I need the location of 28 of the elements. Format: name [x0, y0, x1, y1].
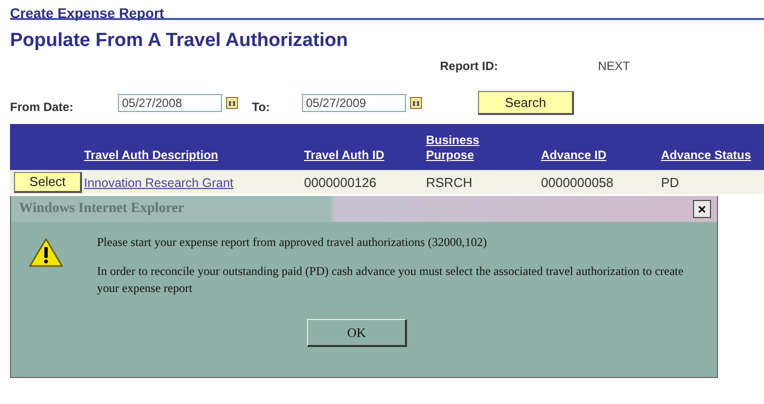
- column-header[interactable]: Travel Auth Description: [84, 148, 218, 163]
- page-title: Populate From A Travel Authorization: [10, 30, 349, 52]
- dialog-message: Please start your expense report from approved travel authorizations (32000,102): [97, 234, 488, 251]
- table-cell: RSRCH: [426, 174, 472, 190]
- dialog-message: In order to reconcile your outstanding paid (PD) cash advance you must select the associated travel authorization to create your expense report: [97, 263, 684, 297]
- select-button[interactable]: Select: [14, 172, 82, 192]
- column-header[interactable]: Advance ID: [541, 148, 606, 163]
- to-date-field[interactable]: 05/27/2009: [302, 94, 406, 112]
- report-id-label: Report ID:: [440, 59, 499, 73]
- calendar-icon[interactable]: [410, 97, 422, 109]
- column-header[interactable]: Travel Auth ID: [304, 148, 384, 163]
- dialog-title: Windows Internet Explorer: [19, 201, 184, 217]
- table-cell: 0000000058: [541, 174, 614, 190]
- search-button[interactable]: Search: [478, 91, 574, 115]
- page-breadcrumb: Create Expense Report: [10, 0, 764, 20]
- to-date-label: To:: [252, 100, 271, 114]
- column-header[interactable]: Business Purpose: [426, 133, 496, 163]
- from-date-label: From Date:: [10, 100, 74, 114]
- calendar-icon[interactable]: [226, 97, 238, 109]
- close-button[interactable]: ×: [693, 200, 711, 218]
- ok-button[interactable]: OK: [307, 319, 407, 347]
- from-date-field[interactable]: 05/27/2008: [118, 94, 222, 112]
- report-id-value: NEXT: [598, 59, 630, 73]
- table-cell: 0000000126: [304, 174, 376, 190]
- table-cell: PD: [661, 174, 680, 190]
- description-link[interactable]: Innovation Research Grant: [84, 176, 234, 190]
- column-header[interactable]: Advance Status: [661, 148, 752, 163]
- warning-icon: [29, 238, 63, 268]
